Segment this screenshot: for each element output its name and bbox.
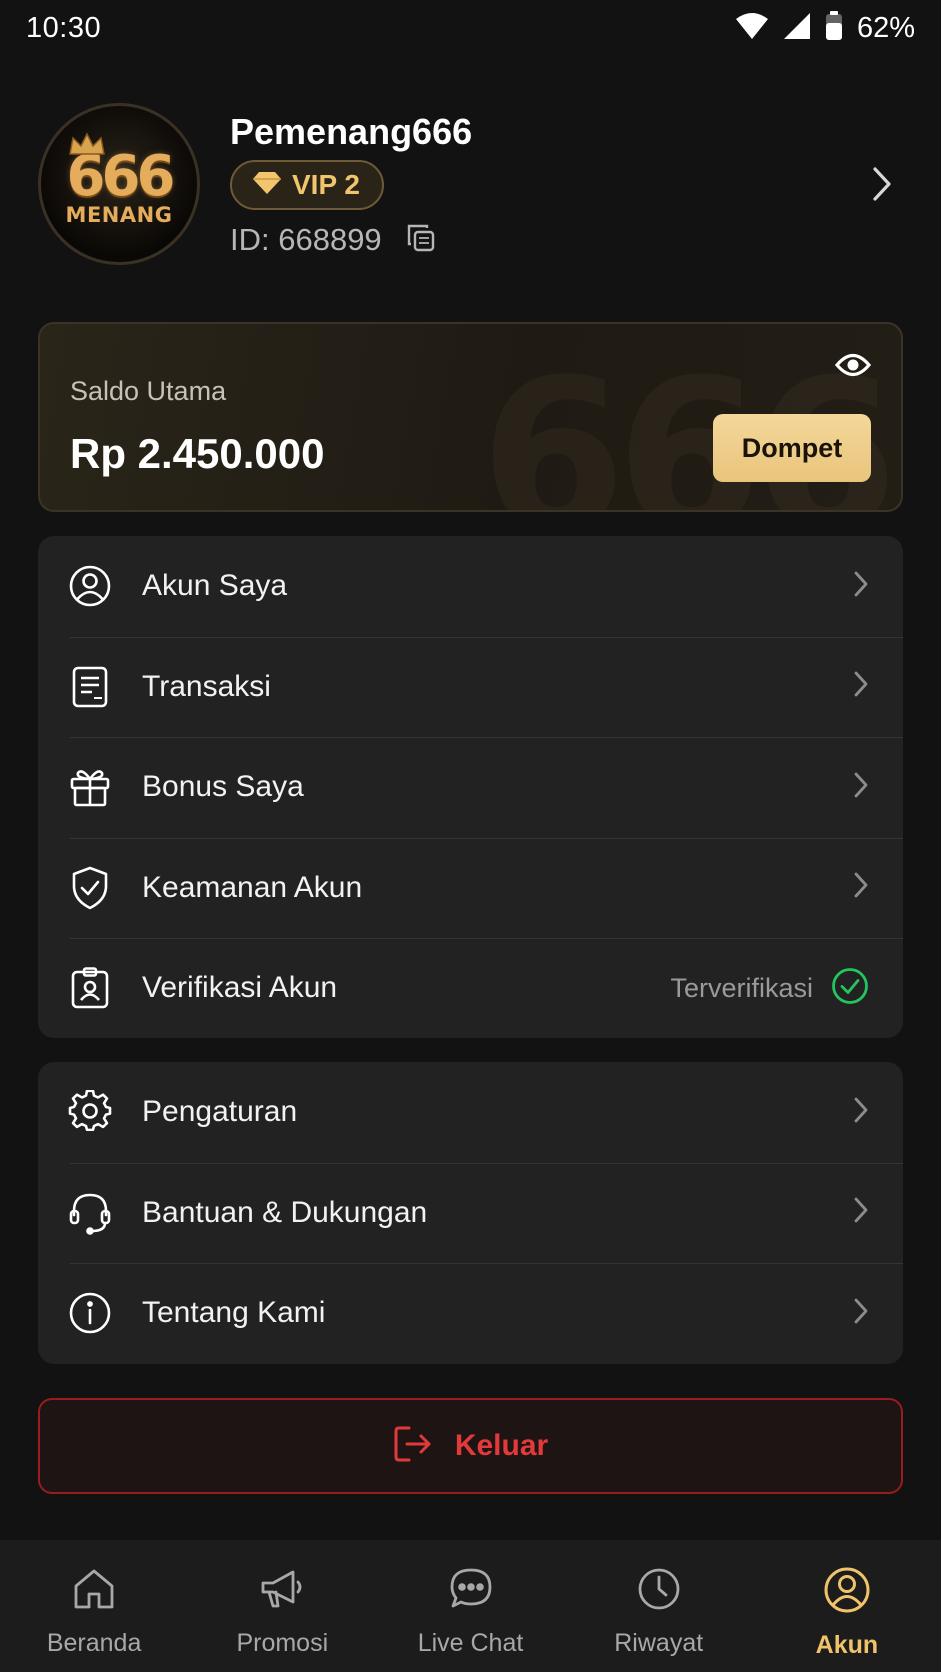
- copy-icon[interactable]: [406, 223, 436, 258]
- menu-label: Bantuan & Dukungan: [142, 1195, 428, 1229]
- avatar: 666 MENANG: [38, 103, 200, 265]
- clock-icon: [636, 1566, 682, 1617]
- nav-label: Promosi: [236, 1629, 329, 1657]
- battery-icon: [825, 10, 843, 46]
- nav-item-promosi[interactable]: Promosi: [188, 1540, 376, 1672]
- nav-label: Beranda: [46, 1629, 142, 1657]
- crown-icon: [67, 132, 107, 161]
- menu-item-pengaturan[interactable]: Pengaturan: [38, 1062, 903, 1163]
- chevron-right-icon: [853, 871, 869, 904]
- profile-info: Pemenang666 VIP 2 ID: 668899: [230, 110, 903, 258]
- menu-item-akun-saya[interactable]: Akun Saya: [38, 536, 903, 637]
- nav-item-riwayat[interactable]: Riwayat: [565, 1540, 753, 1672]
- chevron-right-icon: [853, 670, 869, 703]
- vip-badge[interactable]: VIP 2: [230, 160, 384, 210]
- menu-item-bonus-saya[interactable]: Bonus Saya: [38, 737, 903, 838]
- nav-label: Riwayat: [614, 1629, 704, 1657]
- info-icon: [68, 1291, 112, 1335]
- check-circle-icon: [831, 967, 869, 1010]
- user-id: ID: 668899: [230, 222, 382, 257]
- menu-item-keamanan-akun[interactable]: Keamanan Akun: [38, 837, 903, 939]
- wifi-icon: [735, 12, 769, 45]
- status-indicators: 62%: [735, 10, 915, 46]
- cellular-signal-icon: [783, 12, 811, 45]
- vip-label: VIP 2: [292, 169, 360, 200]
- nav-item-akun[interactable]: Akun: [753, 1540, 941, 1672]
- menu-group-settings: Pengaturan Bantuan & Dukungan Tentang Ka…: [38, 1062, 903, 1364]
- chevron-right-icon: [853, 771, 869, 804]
- status-time: 10:30: [26, 11, 102, 44]
- balance-value: Rp 2.450.000: [70, 430, 325, 477]
- eye-icon[interactable]: [834, 352, 872, 383]
- verification-status: Terverifikasi: [670, 972, 813, 1003]
- logout-button[interactable]: Keluar: [38, 1398, 903, 1494]
- diamond-icon: [252, 171, 282, 200]
- profile-header[interactable]: 666 MENANG Pemenang666 VIP 2 ID: 668899: [38, 103, 903, 265]
- menu-label: Transaksi: [142, 669, 271, 703]
- balance-card: 666 Saldo Utama Rp 2.450.000 Dompet: [38, 322, 903, 512]
- balance-label: Saldo Utama: [70, 376, 227, 406]
- menu-item-tentang-kami[interactable]: Tentang Kami: [38, 1263, 903, 1364]
- menu-label: Akun Saya: [142, 569, 288, 603]
- shield-check-icon: [68, 866, 112, 910]
- wallet-button[interactable]: Dompet: [713, 414, 871, 482]
- menu-label: Verifikasi Akun: [142, 971, 338, 1005]
- bottom-navigation: Beranda Promosi Live Chat Riwayat Akun: [0, 1540, 941, 1672]
- home-icon: [71, 1566, 117, 1617]
- nav-item-live-chat[interactable]: Live Chat: [376, 1540, 564, 1672]
- chevron-right-icon: [853, 1196, 869, 1229]
- id-badge-icon: [68, 966, 112, 1010]
- menu-item-transaksi[interactable]: Transaksi: [38, 636, 903, 738]
- status-bar: 10:30 62%: [0, 0, 941, 56]
- menu-item-verifikasi-akun[interactable]: Verifikasi Akun Terverifikasi: [38, 938, 903, 1038]
- chevron-right-icon: [853, 570, 869, 603]
- menu-label: Keamanan Akun: [142, 870, 363, 904]
- nav-label: Live Chat: [417, 1629, 524, 1657]
- receipt-icon: [68, 665, 112, 709]
- logout-label: Keluar: [454, 1429, 549, 1462]
- menu-label: Bonus Saya: [142, 770, 304, 804]
- menu-label: Pengaturan: [142, 1095, 298, 1129]
- gear-icon: [68, 1090, 112, 1134]
- megaphone-icon: [259, 1566, 305, 1617]
- chevron-right-icon: [853, 1297, 869, 1330]
- nav-item-beranda[interactable]: Beranda: [0, 1540, 188, 1672]
- username: Pemenang666: [230, 111, 473, 152]
- user-circle-icon: [823, 1566, 871, 1619]
- headset-icon: [68, 1191, 112, 1235]
- menu-label: Tentang Kami: [142, 1296, 326, 1330]
- nav-label: Akun: [815, 1631, 879, 1659]
- menu-group-account: Akun Saya Transaksi Bonus Saya Keamanan …: [38, 536, 903, 1038]
- user-circle-icon: [68, 564, 112, 608]
- id-row: ID: 668899: [230, 222, 903, 258]
- avatar-text: MENANG: [65, 203, 173, 227]
- menu-item-bantuan[interactable]: Bantuan & Dukungan: [38, 1162, 903, 1264]
- chevron-right-icon[interactable]: [871, 166, 893, 207]
- chat-bubble-icon: [448, 1566, 494, 1617]
- gift-icon: [68, 765, 112, 809]
- battery-percentage: 62%: [856, 11, 915, 44]
- logout-icon: [393, 1425, 433, 1468]
- chevron-right-icon: [853, 1096, 869, 1129]
